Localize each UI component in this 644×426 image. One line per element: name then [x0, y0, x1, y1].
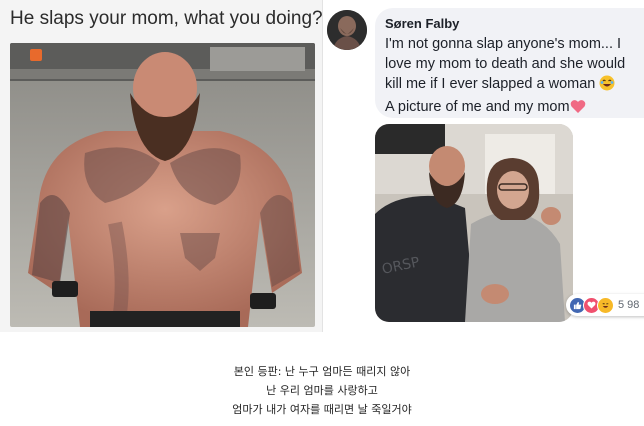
- korean-caption: 본인 등판: 난 누구 엄마든 때리지 않아 난 우리 엄마를 사랑하고 엄마가…: [0, 362, 644, 419]
- comment-text-line: kill me if I ever slapped a woman: [385, 74, 644, 97]
- korean-caption-line: 본인 등판: 난 누구 엄마든 때리지 않아: [233, 365, 411, 378]
- reaction-summary[interactable]: 5 98: [566, 294, 644, 316]
- comment-text-line-4: A picture of me and my mom: [385, 99, 570, 115]
- comment-text-line: I'm not gonna slap anyone's mom... I: [385, 36, 622, 52]
- laughing-emoji-icon: [599, 75, 615, 97]
- mom-photo[interactable]: ORSP: [375, 124, 573, 322]
- heart-emoji-icon: [570, 99, 586, 118]
- korean-caption-line: 엄마가 내가 여자를 때리면 날 죽일거야: [232, 403, 412, 416]
- commenter-avatar[interactable]: [327, 10, 367, 50]
- comment-text-line-3: kill me if I ever slapped a woman: [385, 76, 596, 92]
- commenter-name[interactable]: Søren Falby: [385, 16, 644, 31]
- reaction-count: 5 98: [618, 299, 640, 311]
- bodybuilder-photo: [10, 43, 315, 327]
- haha-icon: [597, 296, 614, 314]
- comment-text-line: love my mom to death and she would: [385, 56, 626, 72]
- comment-bubble: Søren Falby I'm not gonna slap anyone's …: [375, 8, 644, 118]
- comment-panel: Søren Falby I'm not gonna slap anyone's …: [322, 0, 644, 332]
- meme-panel: He slaps your mom, what you doing?: [0, 0, 323, 332]
- meme-caption: He slaps your mom, what you doing?: [10, 8, 323, 29]
- korean-caption-line: 난 우리 엄마를 사랑하고: [266, 384, 378, 397]
- comment-text-line: A picture of me and my mom: [385, 97, 644, 118]
